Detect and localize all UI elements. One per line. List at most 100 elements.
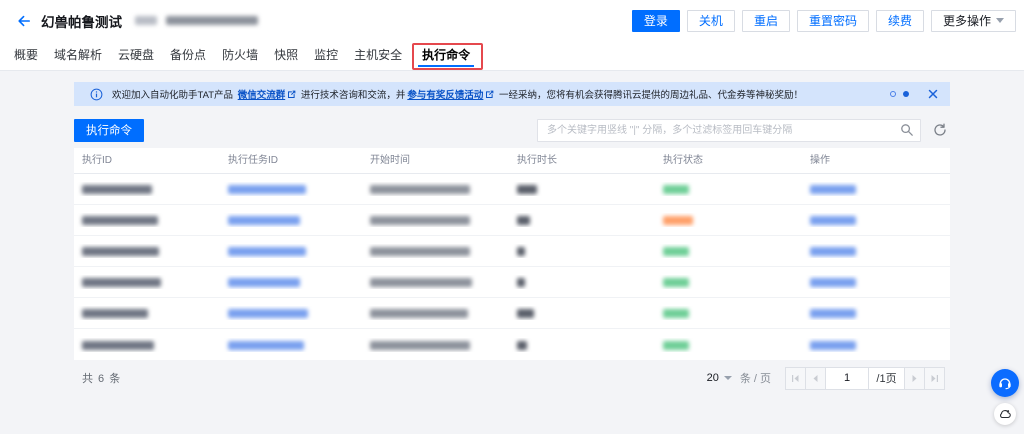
shutdown-button[interactable]: 关机 [686,9,735,32]
duration-blur [517,340,527,350]
table-row [74,174,950,205]
duration-blur [517,278,525,288]
banner-text: 进行技术咨询和交流，并 [298,90,406,101]
external-link-icon [288,90,296,98]
execute-command-button[interactable]: 执行命令 [74,118,144,142]
status-success-blur [663,340,689,350]
notice-banner: 欢迎加入自动化助手TAT产品 微信交流群 进行技术咨询和交流，并 参与有奖反馈活动… [74,82,950,106]
page-size-value: 20 [706,372,719,384]
status-success-blur [663,185,689,195]
banner-dot-1[interactable] [890,91,896,97]
instance-info-redacted [135,16,258,25]
column-header-3: 开始时间 [370,155,410,166]
status-success-blur [663,309,689,319]
total-count: 共 6 条 [82,373,122,385]
table-cell[interactable] [220,275,362,289]
page-size-select[interactable]: 20 [707,372,732,384]
customer-service-button[interactable] [991,369,1019,397]
next-page-button[interactable] [904,366,925,390]
instance-info-blur-1 [135,16,157,25]
table-cell[interactable] [220,182,362,196]
more-actions-button[interactable]: 更多操作 [930,9,1016,32]
banner-link[interactable]: 参与有奖反馈活动 [407,90,494,101]
table-cell[interactable] [220,244,362,258]
tab-dns[interactable]: 域名解析 [54,41,102,70]
table-cell[interactable] [802,182,950,196]
chevron-down-icon [996,18,1004,23]
duration-blur [517,185,537,195]
table-cell[interactable] [802,306,950,320]
table-cell[interactable] [802,213,950,227]
login-button[interactable]: 登录 [631,9,680,32]
banner-dot-2[interactable] [903,91,909,97]
first-page-button[interactable] [785,366,806,390]
table-cell[interactable] [220,306,362,320]
table-cell[interactable] [220,338,362,352]
reset-password-button[interactable]: 重置密码 [796,9,869,32]
table-cell [509,275,655,289]
renew-label: 续费 [887,14,912,28]
instance-info-blur-2 [166,16,258,25]
tab-backup-point[interactable]: 备份点 [170,41,206,70]
more-actions-label: 更多操作 [942,14,991,28]
table-cell[interactable] [802,338,950,352]
task-id-link-blur [228,340,304,350]
column-header-4: 执行时长 [517,155,557,166]
column-header-1: 执行ID [82,155,112,166]
prev-page-button[interactable] [805,366,826,390]
table-row [74,236,950,267]
back-arrow-icon[interactable] [16,13,32,29]
page-number-input[interactable] [825,366,869,390]
duration-blur [517,309,534,319]
column-header-2: 执行任务ID [228,155,278,166]
execution-id-blur [82,278,161,288]
table-cell [74,213,220,227]
task-id-link-blur [228,185,306,195]
table-row [74,267,950,298]
banner-link[interactable]: 微信交流群 [238,90,297,101]
table-row [74,329,950,360]
tab-bar-tabs: 概要 域名解析 云硬盘 备份点 防火墙 快照 监控 主机安全 执行命令 [14,41,475,70]
table-cell [362,338,509,352]
start-time-blur [370,340,470,350]
table-cell[interactable] [220,213,362,227]
cloud-sync-button[interactable] [994,403,1016,425]
renew-button[interactable]: 续费 [875,9,924,32]
search-input[interactable] [537,118,921,142]
banner-text: 欢迎加入自动化助手TAT产品 [112,90,236,101]
banner-close-icon[interactable] [928,89,938,99]
execution-id-blur [82,340,154,350]
tab-monitor[interactable]: 监控 [314,41,338,70]
table-cell [362,275,509,289]
tab-execute-command[interactable]: 执行命令 [418,41,475,70]
page-size-unit: 条 / 页 [739,373,771,385]
restart-button[interactable]: 重启 [741,9,790,32]
execution-table: 执行ID 执行任务ID 开始时间 执行时长 执行状态 操作 [74,148,950,360]
external-link-icon [486,90,494,98]
table-footer: 共 6 条 20 条 / 页 /1页 [74,366,950,390]
table-cell[interactable] [802,244,950,258]
table-cell [509,306,655,320]
tab-bar: 概要 域名解析 云硬盘 备份点 防火墙 快照 监控 主机安全 执行命令 [0,41,1024,71]
last-page-button[interactable] [924,366,945,390]
banner-controls [890,89,938,99]
tab-firewall[interactable]: 防火墙 [222,41,258,70]
page-total-label: /1页 [869,366,905,390]
chevron-down-icon [723,376,732,380]
table-cell [509,244,655,258]
tab-host-security[interactable]: 主机安全 [354,41,402,70]
shutdown-label: 关机 [698,14,723,28]
tab-overview[interactable]: 概要 [14,41,38,70]
tab-cloud-disk[interactable]: 云硬盘 [118,41,154,70]
execution-id-blur [82,185,152,195]
table-cell [74,338,220,352]
table-row [74,298,950,329]
action-link-blur [810,309,856,319]
tab-snapshot[interactable]: 快照 [274,41,298,70]
table-cell [655,182,802,196]
table-cell[interactable] [802,275,950,289]
refresh-icon[interactable] [930,120,950,140]
execution-id-blur [82,309,148,319]
search-icon[interactable] [900,123,914,140]
table-cell [362,244,509,258]
